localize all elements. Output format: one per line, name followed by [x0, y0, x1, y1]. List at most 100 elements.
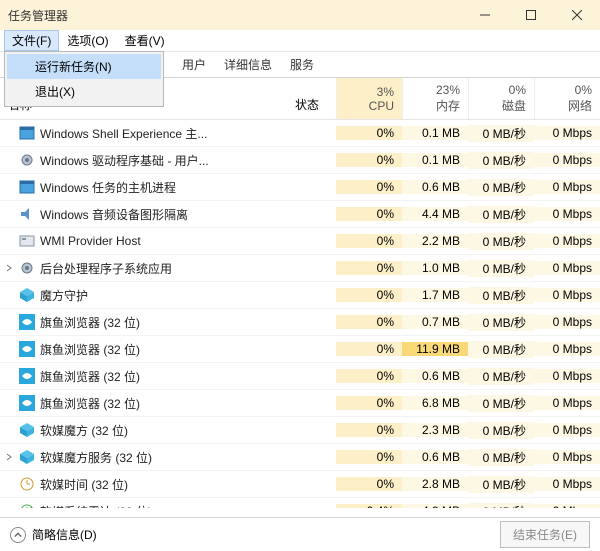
- process-icon: [18, 233, 36, 249]
- table-row[interactable]: Windows 驱动程序基础 - 用户...0%0.1 MB0 MB/秒0 Mb…: [0, 147, 600, 174]
- mem-value: 0.1 MB: [402, 153, 468, 167]
- chevron-up-icon[interactable]: [10, 527, 26, 543]
- process-name: WMI Provider Host: [40, 234, 278, 248]
- disk-value: 0 MB/秒: [468, 395, 534, 412]
- table-row[interactable]: 软媒魔方服务 (32 位)0%0.6 MB0 MB/秒0 Mbps: [0, 444, 600, 471]
- table-row[interactable]: 软媒时间 (32 位)0%2.8 MB0 MB/秒0 Mbps: [0, 471, 600, 498]
- process-name: Windows 任务的主机进程: [40, 179, 278, 196]
- process-icon: [18, 341, 36, 357]
- mem-value: 0.7 MB: [402, 315, 468, 329]
- process-icon: [18, 449, 36, 465]
- net-value: 0 Mbps: [534, 288, 600, 302]
- expand-icon[interactable]: [0, 264, 18, 272]
- cpu-value: 0%: [336, 153, 402, 167]
- table-row[interactable]: 旗鱼浏览器 (32 位)0%11.9 MB0 MB/秒0 Mbps: [0, 336, 600, 363]
- process-icon: [18, 125, 36, 141]
- disk-value: 0 MB/秒: [468, 422, 534, 439]
- cpu-value: 0%: [336, 369, 402, 383]
- table-row[interactable]: 软媒魔方 (32 位)0%2.3 MB0 MB/秒0 Mbps: [0, 417, 600, 444]
- mem-value: 0.6 MB: [402, 369, 468, 383]
- menu-file[interactable]: 文件(F): [4, 30, 59, 51]
- disk-value: 0 MB/秒: [468, 233, 534, 250]
- disk-value: 0 MB/秒: [468, 206, 534, 223]
- net-value: 0 Mbps: [534, 450, 600, 464]
- disk-value: 0 MB/秒: [468, 449, 534, 466]
- header-memory[interactable]: 23% 内存: [402, 78, 468, 119]
- brief-info-link[interactable]: 简略信息(D): [32, 526, 97, 543]
- process-name: 后台处理程序子系统应用: [40, 260, 278, 277]
- cpu-value: 0%: [336, 126, 402, 140]
- table-row[interactable]: 软媒系统雷达 (32 位)0.4%4.9 MB0 MB/秒0 Mbps: [0, 498, 600, 508]
- disk-value: 0 MB/秒: [468, 314, 534, 331]
- close-button[interactable]: [554, 0, 600, 30]
- header-cpu[interactable]: 3% CPU: [336, 78, 402, 119]
- cpu-value: 0%: [336, 315, 402, 329]
- table-row[interactable]: Windows 任务的主机进程0%0.6 MB0 MB/秒0 Mbps: [0, 174, 600, 201]
- table-row[interactable]: 魔方守护0%1.7 MB0 MB/秒0 Mbps: [0, 282, 600, 309]
- disk-value: 0 MB/秒: [468, 368, 534, 385]
- cpu-value: 0%: [336, 288, 402, 302]
- title-bar: 任务管理器: [0, 0, 600, 30]
- disk-label: 磁盘: [502, 97, 526, 114]
- process-name: 旗鱼浏览器 (32 位): [40, 341, 278, 358]
- disk-value: 0 MB/秒: [468, 125, 534, 142]
- table-row[interactable]: 旗鱼浏览器 (32 位)0%0.6 MB0 MB/秒0 Mbps: [0, 363, 600, 390]
- net-value: 0 Mbps: [534, 396, 600, 410]
- disk-value: 0 MB/秒: [468, 260, 534, 277]
- mem-label: 内存: [436, 97, 460, 114]
- table-row[interactable]: 旗鱼浏览器 (32 位)0%6.8 MB0 MB/秒0 Mbps: [0, 390, 600, 417]
- cpu-percent: 3%: [377, 85, 394, 99]
- disk-value: 0 MB/秒: [468, 179, 534, 196]
- tab-details[interactable]: 详细信息: [222, 52, 274, 77]
- tab-users[interactable]: 用户: [180, 52, 208, 77]
- menu-view[interactable]: 查看(V): [117, 30, 173, 51]
- net-percent: 0%: [575, 83, 592, 97]
- process-name: 旗鱼浏览器 (32 位): [40, 395, 278, 412]
- process-name: 旗鱼浏览器 (32 位): [40, 314, 278, 331]
- table-row[interactable]: Windows 音频设备图形隔离0%4.4 MB0 MB/秒0 Mbps: [0, 201, 600, 228]
- cpu-value: 0%: [336, 234, 402, 248]
- process-icon: [18, 503, 36, 508]
- cpu-value: 0%: [336, 261, 402, 275]
- file-dropdown: 运行新任务(N) 退出(X): [4, 51, 164, 107]
- maximize-button[interactable]: [508, 0, 554, 30]
- cpu-value: 0%: [336, 207, 402, 221]
- table-row[interactable]: 旗鱼浏览器 (32 位) 0%0.7 MB0 MB/秒0 Mbps: [0, 309, 600, 336]
- window-title: 任务管理器: [8, 7, 68, 24]
- net-value: 0 Mbps: [534, 315, 600, 329]
- net-value: 0 Mbps: [534, 342, 600, 356]
- header-status[interactable]: 状态: [278, 78, 336, 119]
- header-network[interactable]: 0% 网络: [534, 78, 600, 119]
- table-row[interactable]: Windows Shell Experience 主...0%0.1 MB0 M…: [0, 120, 600, 147]
- disk-percent: 0%: [509, 83, 526, 97]
- net-value: 0 Mbps: [534, 153, 600, 167]
- menu-exit[interactable]: 退出(X): [7, 79, 161, 104]
- mem-value: 2.3 MB: [402, 423, 468, 437]
- mem-percent: 23%: [436, 83, 460, 97]
- process-icon: [18, 206, 36, 222]
- header-disk[interactable]: 0% 磁盘: [468, 78, 534, 119]
- mem-value: 1.7 MB: [402, 288, 468, 302]
- menu-bar: 文件(F) 选项(O) 查看(V): [0, 30, 600, 52]
- menu-options[interactable]: 选项(O): [59, 30, 116, 51]
- process-name: Windows Shell Experience 主...: [40, 125, 278, 142]
- process-icon: [18, 368, 36, 384]
- menu-run-new-task[interactable]: 运行新任务(N): [7, 54, 161, 79]
- net-value: 0 Mbps: [534, 207, 600, 221]
- process-icon: [18, 152, 36, 168]
- process-icon: [18, 179, 36, 195]
- process-icon: [18, 422, 36, 438]
- net-value: 0 Mbps: [534, 234, 600, 248]
- net-value: 0 Mbps: [534, 423, 600, 437]
- minimize-button[interactable]: [462, 0, 508, 30]
- tab-services[interactable]: 服务: [288, 52, 316, 77]
- table-row[interactable]: WMI Provider Host0%2.2 MB0 MB/秒0 Mbps: [0, 228, 600, 255]
- net-label: 网络: [568, 97, 592, 114]
- cpu-value: 0%: [336, 450, 402, 464]
- table-row[interactable]: 后台处理程序子系统应用0%1.0 MB0 MB/秒0 Mbps: [0, 255, 600, 282]
- cpu-value: 0%: [336, 423, 402, 437]
- disk-value: 0 MB/秒: [468, 341, 534, 358]
- expand-icon[interactable]: [0, 453, 18, 461]
- end-task-button[interactable]: 结束任务(E): [500, 521, 590, 548]
- process-icon: [18, 287, 36, 303]
